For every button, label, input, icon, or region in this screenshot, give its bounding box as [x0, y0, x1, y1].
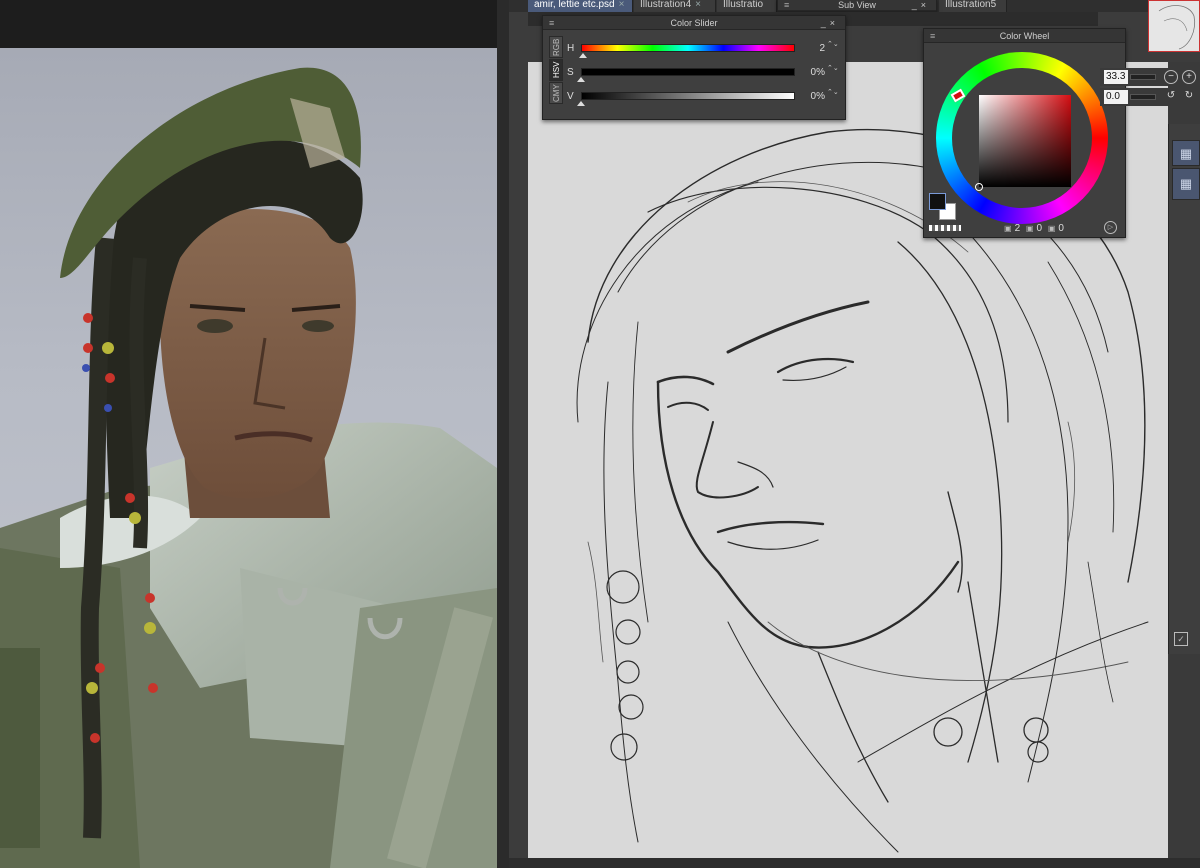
- minimize-icon[interactable]: _: [912, 0, 921, 10]
- tab-label: amir, lettie etc.psd: [534, 0, 615, 10]
- value-spin-icon[interactable]: ⌃⌄: [827, 89, 839, 96]
- tab-label: Illustration4: [640, 0, 692, 10]
- reference-image: [0, 48, 497, 868]
- saturation-slider[interactable]: [581, 68, 795, 76]
- tab-document-1[interactable]: amir, lettie etc.psd ×: [528, 0, 633, 12]
- color-wheel-body: ▣ 2 ▣ 0 ▣ 0 ▷: [924, 43, 1125, 234]
- status-bar: [509, 858, 1200, 868]
- tab-label: Illustration5: [945, 0, 997, 10]
- hue-slider-row: H 2 ⌃⌄: [567, 40, 839, 60]
- sub-view-title-bar[interactable]: ≡ Sub View _×: [778, 0, 936, 11]
- zoom-field[interactable]: 33.3: [1104, 70, 1128, 84]
- saturation-slider-handle[interactable]: [577, 77, 585, 82]
- hue-slider[interactable]: [581, 44, 795, 52]
- layer-panel-icon[interactable]: ▦: [1172, 140, 1200, 166]
- tab-hsv[interactable]: HSV: [549, 59, 563, 81]
- close-icon[interactable]: ×: [921, 0, 930, 10]
- zoom-row: 33.3 − +: [1100, 68, 1200, 86]
- panel-menu-icon[interactable]: ≡: [549, 16, 554, 30]
- color-slider-controls: _×: [821, 16, 839, 30]
- rotation-slider[interactable]: [1130, 94, 1156, 100]
- color-wheel-panel: ≡ Color Wheel ▣ 2 ▣ 0 ▣ 0 ▷: [923, 28, 1126, 238]
- zoom-out-icon[interactable]: −: [1164, 70, 1178, 84]
- rotation-row: 0.0 ↺ ↻: [1100, 88, 1200, 106]
- color-wheel-title-bar[interactable]: ≡ Color Wheel: [924, 29, 1125, 43]
- zoom-in-icon[interactable]: +: [1182, 70, 1196, 84]
- color-slider-panel: ≡ Color Slider _× RGB HSV CMY H 2 ⌃⌄ S 0…: [542, 15, 846, 120]
- transparent-color-swatch[interactable]: [929, 225, 961, 231]
- rotate-left-icon[interactable]: ↺: [1164, 90, 1178, 104]
- sub-view-controls: _×: [912, 0, 930, 11]
- hsv-readout: ▣ 2 ▣ 0 ▣ 0: [1004, 223, 1067, 234]
- color-mode-tabs: RGB HSV CMY: [549, 36, 563, 105]
- close-icon[interactable]: ×: [830, 18, 839, 28]
- tab-close-icon[interactable]: ×: [695, 0, 701, 10]
- rotation-field[interactable]: 0.0: [1104, 90, 1128, 104]
- s-mode-icon: ▣: [1025, 224, 1034, 233]
- panel-menu-icon[interactable]: ≡: [784, 0, 789, 11]
- readout-v: 0: [1058, 223, 1064, 234]
- v-mode-icon: ▣: [1047, 224, 1056, 233]
- color-slider-title: Color Slider: [670, 18, 718, 28]
- play-icon[interactable]: ▷: [1104, 221, 1117, 234]
- reference-viewer-toolbar: [0, 0, 497, 48]
- panel-menu-icon[interactable]: ≡: [930, 29, 935, 43]
- zoom-slider[interactable]: [1130, 74, 1156, 80]
- readout-s: 0: [1036, 223, 1043, 234]
- hue-slider-handle[interactable]: [579, 53, 588, 58]
- value-slider[interactable]: [581, 92, 795, 100]
- value-value[interactable]: 0%: [799, 91, 825, 102]
- value-slider-row: V 0% ⌃⌄: [567, 88, 839, 108]
- tab-close-icon[interactable]: ×: [619, 0, 625, 10]
- hue-spin-icon[interactable]: ⌃⌄: [827, 41, 839, 48]
- navigator-thumbnail[interactable]: [1148, 0, 1200, 52]
- tab-label: Illustratio: [723, 0, 764, 10]
- h-mode-icon: ▣: [1004, 224, 1012, 233]
- saturation-slider-row: S 0% ⌃⌄: [567, 64, 839, 84]
- rotate-right-icon[interactable]: ↻: [1182, 90, 1196, 104]
- tab-document-3[interactable]: Illustratio: [717, 0, 777, 12]
- tab-document-2[interactable]: Illustration4 ×: [634, 0, 716, 12]
- color-wheel-title: Color Wheel: [999, 31, 1050, 41]
- color-slider-title-bar[interactable]: ≡ Color Slider _×: [543, 16, 845, 30]
- window-divider: [497, 0, 509, 868]
- hue-label: H: [567, 43, 575, 54]
- hue-value[interactable]: 2: [799, 43, 825, 54]
- sub-view-title: Sub View: [838, 0, 876, 10]
- sub-view-panel: ≡ Sub View _×: [777, 0, 937, 12]
- minimize-icon[interactable]: _: [821, 18, 830, 28]
- reference-portrait-illustration: [0, 67, 497, 868]
- layer-property-icon[interactable]: ▦: [1172, 168, 1200, 200]
- sv-marker[interactable]: [975, 183, 983, 191]
- value-slider-handle[interactable]: [577, 101, 585, 106]
- saturation-value[interactable]: 0%: [799, 67, 825, 78]
- layer-dock-panel: [1168, 124, 1200, 654]
- checkbox-icon[interactable]: ✓: [1174, 632, 1188, 646]
- main-color-swatch[interactable]: [929, 193, 946, 210]
- readout-h: 2: [1014, 223, 1021, 234]
- tab-rgb[interactable]: RGB: [549, 36, 563, 58]
- tab-cmy[interactable]: CMY: [549, 82, 563, 104]
- navigator-preview: [1158, 5, 1196, 50]
- tab-document-4[interactable]: Illustration5: [939, 0, 1007, 12]
- saturation-value-square[interactable]: [979, 95, 1071, 187]
- saturation-spin-icon[interactable]: ⌃⌄: [827, 65, 839, 72]
